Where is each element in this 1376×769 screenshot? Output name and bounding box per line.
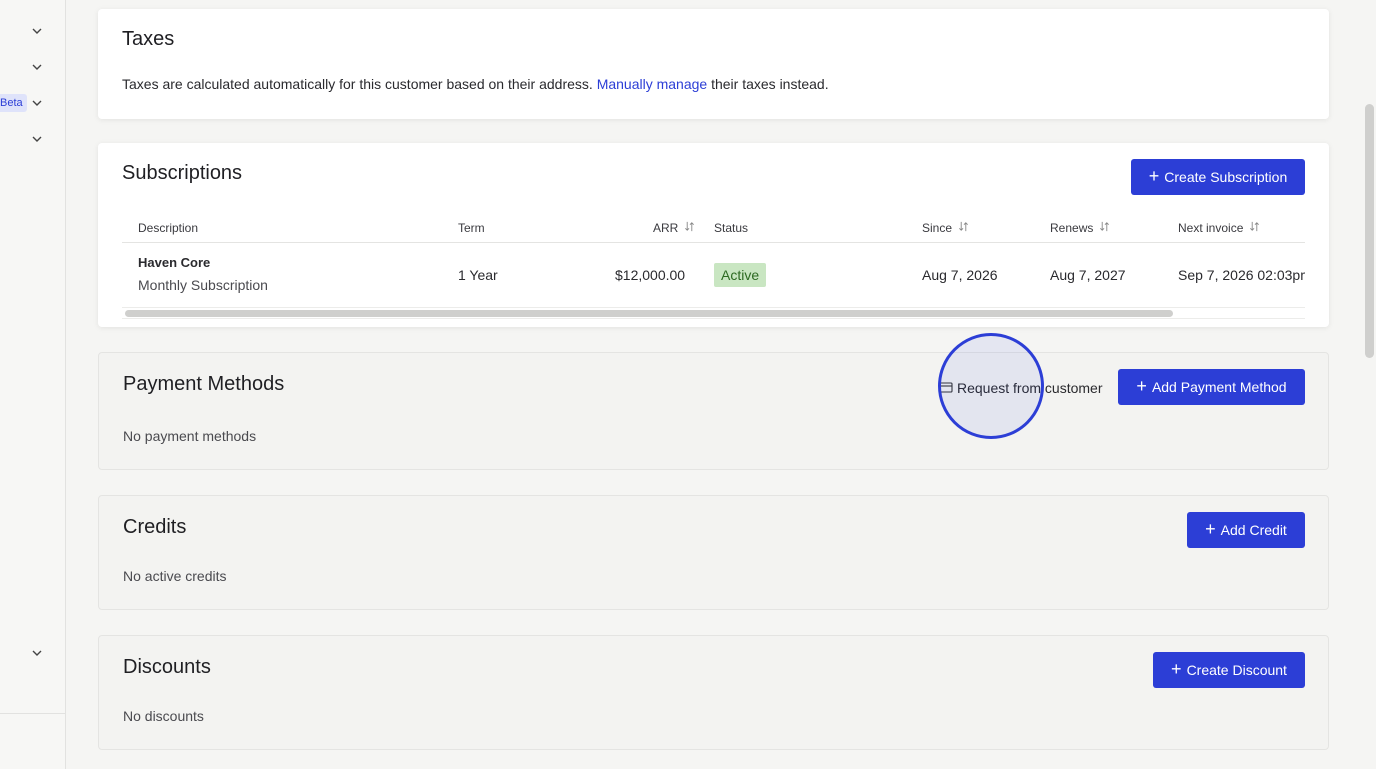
taxes-text-before: Taxes are calculated automatically for t… [122, 76, 597, 92]
subscription-name: Haven Core [138, 255, 211, 270]
beta-badge: Beta [0, 94, 27, 112]
manually-manage-link[interactable]: Manually manage [597, 76, 708, 92]
chevron-down-icon[interactable] [29, 23, 45, 39]
taxes-description: Taxes are calculated automatically for t… [122, 76, 829, 92]
payment-methods-empty: No payment methods [123, 428, 257, 444]
header-divider [122, 242, 1305, 243]
payment-methods-card: Payment Methods Request from customer + … [98, 352, 1329, 470]
subscriptions-title: Subscriptions [122, 162, 243, 184]
taxes-text-after: their taxes instead. [707, 76, 829, 92]
column-header-description: Description [138, 221, 199, 235]
taxes-card: Taxes Taxes are calculated automatically… [98, 9, 1329, 119]
request-from-customer-link[interactable]: Request from customer [939, 379, 1103, 397]
chevron-down-icon[interactable] [29, 95, 45, 111]
plus-icon: + [1148, 166, 1160, 186]
sidebar: Beta [0, 0, 66, 769]
horizontal-scrollbar-thumb[interactable] [125, 310, 1173, 317]
status-badge: Active [714, 263, 767, 287]
column-header-renews[interactable]: Renews [1050, 221, 1110, 235]
subscriptions-card: Subscriptions + Create Subscription Desc… [98, 143, 1329, 327]
subscription-plan: Monthly Subscription [138, 277, 268, 293]
request-from-customer-label: Request from customer [957, 380, 1103, 396]
subscription-term: 1 Year [458, 267, 498, 283]
plus-icon: + [1136, 376, 1147, 396]
credits-empty: No active credits [123, 568, 227, 584]
subscription-next-invoice: Sep 7, 2026 02:03pm [1178, 267, 1305, 283]
column-header-since[interactable]: Since [922, 221, 969, 235]
create-subscription-label: Create Subscription [1164, 169, 1288, 185]
add-payment-method-button[interactable]: + Add Payment Method [1118, 369, 1305, 405]
subscription-since: Aug 7, 2026 [922, 267, 998, 283]
sort-icon[interactable] [958, 221, 969, 235]
sort-icon[interactable] [1249, 221, 1260, 235]
chevron-down-icon[interactable] [29, 59, 45, 75]
column-header-arr[interactable]: ARR [653, 221, 695, 235]
credits-card: Credits + Add Credit No active credits [98, 495, 1329, 610]
chevron-down-icon[interactable] [29, 645, 45, 661]
payment-methods-title: Payment Methods [123, 373, 285, 395]
discounts-title: Discounts [123, 656, 211, 678]
create-discount-label: Create Discount [1186, 662, 1287, 678]
taxes-title: Taxes [122, 28, 175, 50]
chevron-down-icon[interactable] [29, 131, 45, 147]
subscription-renews: Aug 7, 2027 [1050, 267, 1126, 283]
horizontal-scrollbar[interactable] [122, 307, 1305, 319]
add-credit-button[interactable]: + Add Credit [1187, 512, 1305, 548]
column-header-term: Term [458, 221, 485, 235]
card-icon [939, 380, 953, 397]
plus-icon: + [1205, 519, 1216, 539]
sidebar-divider [0, 713, 66, 714]
sort-icon[interactable] [684, 221, 695, 235]
vertical-scrollbar-thumb[interactable] [1365, 104, 1374, 358]
credits-title: Credits [123, 516, 187, 538]
column-header-status: Status [714, 221, 749, 235]
column-header-next-invoice[interactable]: Next invoice [1178, 221, 1260, 235]
discounts-empty: No discounts [123, 708, 204, 724]
sort-icon[interactable] [1099, 221, 1110, 235]
add-payment-method-label: Add Payment Method [1151, 379, 1287, 395]
create-subscription-button[interactable]: + Create Subscription [1131, 159, 1305, 195]
plus-icon: + [1171, 659, 1182, 679]
add-credit-label: Add Credit [1220, 522, 1287, 538]
subscription-arr: $12,000.00 [615, 267, 686, 283]
discounts-card: Discounts + Create Discount No discounts [98, 635, 1329, 750]
create-discount-button[interactable]: + Create Discount [1153, 652, 1305, 688]
